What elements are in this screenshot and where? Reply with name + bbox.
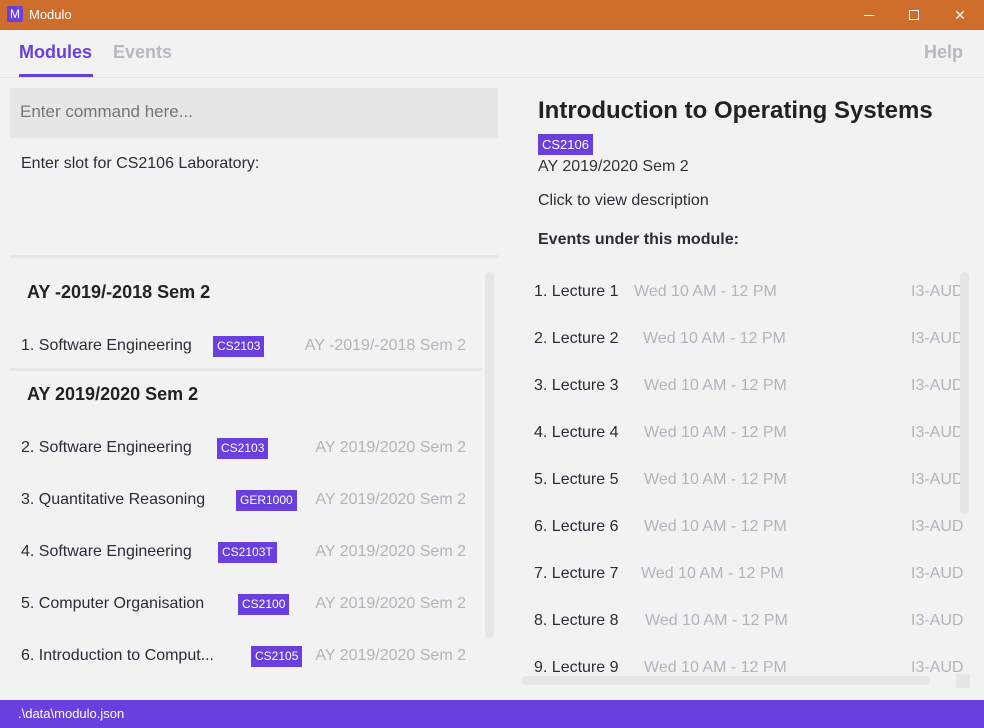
command-box[interactable]: [10, 88, 498, 138]
active-tab-indicator: [19, 74, 93, 77]
module-code-badge: CS2103T: [218, 542, 277, 563]
group-divider: [10, 368, 482, 371]
event-row[interactable]: 5. Lecture 5 Wed 10 AM - 12 PM I3-AUD: [522, 456, 964, 503]
event-time: Wed 10 AM - 12 PM: [645, 612, 788, 629]
event-name: 6. Lecture 6: [534, 518, 619, 535]
event-location: I3-AUD: [911, 612, 964, 629]
module-item-semester: AY 2019/2020 Sem 2: [315, 647, 466, 664]
event-list-vertical-scrollbar[interactable]: [960, 272, 969, 514]
module-list-scrollbar[interactable]: [485, 272, 494, 638]
data-file-path: .\data\modulo.json: [18, 706, 125, 721]
event-name: 7. Lecture 7: [534, 565, 619, 582]
event-location: I3-AUD: [911, 330, 964, 347]
module-code-badge: CS2103: [213, 336, 265, 357]
command-result: Enter slot for CS2106 Laboratory:: [21, 155, 260, 172]
event-row[interactable]: 7. Lecture 7 Wed 10 AM - 12 PM I3-AUD: [522, 550, 964, 597]
event-time: Wed 10 AM - 12 PM: [641, 565, 784, 582]
module-item-name[interactable]: 4. Software Engineering: [21, 543, 192, 561]
event-location: I3-AUD: [911, 471, 964, 488]
module-item-semester: AY 2019/2020 Sem 2: [315, 491, 466, 508]
event-name: 8. Lecture 8: [534, 612, 619, 629]
maximize-button[interactable]: [891, 0, 937, 30]
module-code-badge: CS2105: [251, 646, 303, 667]
event-name: 9. Lecture 9: [534, 659, 619, 676]
tab-help[interactable]: Help: [924, 42, 963, 63]
event-name: 3. Lecture 3: [534, 377, 619, 394]
event-location: I3-AUD: [911, 518, 964, 535]
event-time: Wed 10 AM - 12 PM: [644, 659, 787, 676]
close-button[interactable]: ✕: [937, 0, 983, 30]
maximize-icon: [909, 10, 919, 20]
event-location: I3-AUD: [911, 424, 964, 441]
event-time: Wed 10 AM - 12 PM: [634, 283, 777, 300]
title-bar: M Modulo ✕: [0, 0, 984, 30]
module-item-semester: AY 2019/2020 Sem 2: [315, 439, 466, 456]
tab-events[interactable]: Events: [113, 42, 172, 63]
menu-tabs: Modules Events Help: [0, 30, 984, 78]
module-code-badge: GER1000: [236, 490, 297, 511]
module-code-badge: CS2100: [238, 594, 290, 615]
app-icon: M: [7, 6, 23, 22]
module-semester: AY 2019/2020 Sem 2: [538, 158, 689, 175]
minimize-icon: [864, 14, 874, 16]
event-row[interactable]: 8. Lecture 8 Wed 10 AM - 12 PM I3-AUD: [522, 597, 964, 644]
command-input[interactable]: [20, 102, 480, 122]
event-location: I3-AUD: [911, 283, 964, 300]
event-list: 1. Lecture 1 Wed 10 AM - 12 PM I3-AUD 2.…: [522, 268, 970, 684]
event-name: 1. Lecture 1: [534, 283, 619, 300]
module-item-semester: AY -2019/-2018 Sem 2: [304, 337, 466, 354]
module-item-name[interactable]: 6. Introduction to Comput...: [21, 647, 214, 665]
window-title: Modulo: [29, 7, 72, 22]
close-icon: ✕: [954, 6, 966, 23]
minimize-button[interactable]: [846, 0, 892, 30]
module-item-semester: AY 2019/2020 Sem 2: [315, 543, 466, 560]
semester-heading: AY 2019/2020 Sem 2: [27, 384, 199, 404]
module-item-name[interactable]: 3. Quantitative Reasoning: [21, 491, 205, 509]
module-item-name[interactable]: 5. Computer Organisation: [21, 595, 204, 613]
event-row[interactable]: 6. Lecture 6 Wed 10 AM - 12 PM I3-AUD: [522, 503, 964, 550]
module-item-name[interactable]: 2. Software Engineering: [21, 439, 192, 457]
module-code-badge: CS2106: [538, 134, 593, 155]
tab-modules[interactable]: Modules: [19, 42, 92, 63]
event-time: Wed 10 AM - 12 PM: [644, 471, 787, 488]
view-description-link[interactable]: Click to view description: [538, 192, 709, 210]
event-row[interactable]: 3. Lecture 3 Wed 10 AM - 12 PM I3-AUD: [522, 362, 964, 409]
event-name: 5. Lecture 5: [534, 471, 619, 488]
module-item-name[interactable]: 1. Software Engineering: [21, 337, 192, 355]
event-row[interactable]: 2. Lecture 2 Wed 10 AM - 12 PM I3-AUD: [522, 315, 964, 362]
event-name: 4. Lecture 4: [534, 424, 619, 441]
module-title: Introduction to Operating Systems: [538, 97, 933, 124]
divider: [10, 255, 498, 258]
event-location: I3-AUD: [911, 565, 964, 582]
module-code-badge: CS2103: [217, 438, 269, 459]
event-time: Wed 10 AM - 12 PM: [644, 518, 787, 535]
event-time: Wed 10 AM - 12 PM: [644, 424, 787, 441]
event-time: Wed 10 AM - 12 PM: [643, 330, 786, 347]
event-row[interactable]: 4. Lecture 4 Wed 10 AM - 12 PM I3-AUD: [522, 409, 964, 456]
event-name: 2. Lecture 2: [534, 330, 619, 347]
status-bar: .\data\modulo.json: [0, 700, 984, 728]
event-row[interactable]: 1. Lecture 1 Wed 10 AM - 12 PM I3-AUD: [522, 268, 964, 315]
events-heading: Events under this module:: [538, 231, 739, 248]
module-item-semester: AY 2019/2020 Sem 2: [315, 595, 466, 612]
event-list-horizontal-scrollbar[interactable]: [522, 676, 930, 685]
event-location: I3-AUD: [911, 377, 964, 394]
scroll-corner: [956, 674, 970, 688]
semester-heading: AY -2019/-2018 Sem 2: [27, 282, 211, 302]
event-time: Wed 10 AM - 12 PM: [644, 377, 787, 394]
